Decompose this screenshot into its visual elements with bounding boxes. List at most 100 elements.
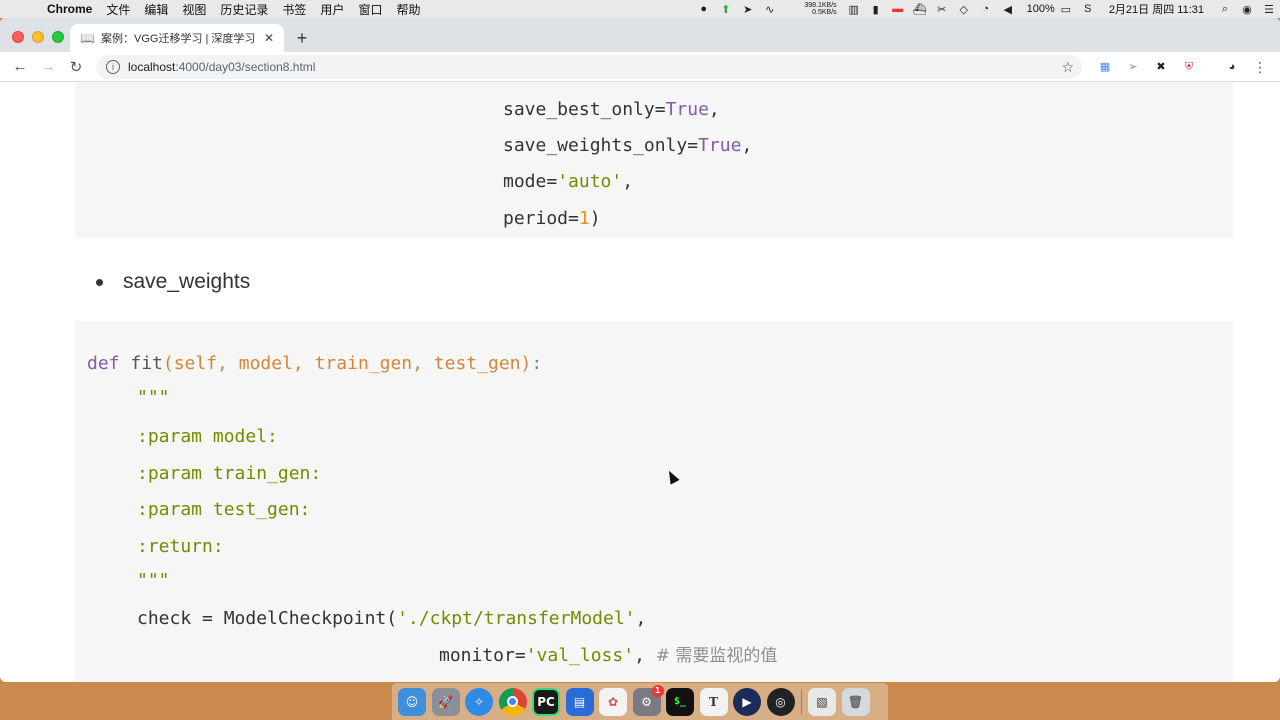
back-button[interactable]: ← [6,58,34,75]
code-token: , [635,608,647,629]
browser-toolbar: ← → ↻ i localhost :4000/day03/section8.h… [0,52,1280,82]
book-favicon-icon: 📖 [80,31,95,45]
url-host: localhost [128,60,176,74]
pycharm-icon[interactable]: PC [532,687,560,716]
extension-cursor-icon[interactable]: ➢ [1125,59,1141,75]
app-name-menu[interactable]: Chrome [47,2,92,16]
code-token: :return: [137,536,224,557]
text-editor-icon[interactable]: T [699,687,728,716]
volume-icon[interactable]: ◀ [997,3,1019,16]
tools-icon[interactable]: ✂ [931,3,953,16]
menu-history[interactable]: 历史记录 [220,1,268,18]
menu-bookmarks[interactable]: 书签 [282,1,306,18]
bullet-dot [96,278,103,286]
code-line: :param model: [137,426,278,448]
memory-monitor-icon[interactable]: ▮ [865,3,887,16]
window-close-button[interactable] [12,31,24,43]
keynote-icon[interactable]: ▤ [565,687,594,716]
battery-percent[interactable]: 100% [1027,3,1055,15]
tab-strip: 📖 案例：VGG迁移学习 | 深度学习 ✕ + [0,18,1280,52]
code-token: mode= [503,171,558,192]
code-line: def fit(self, model, train_gen, test_gen… [87,353,542,375]
code-token: , [708,99,720,120]
siri-icon[interactable]: ◉ [1236,3,1258,16]
temperature-icon[interactable]: ▬ [887,3,909,15]
preview-icon[interactable]: ▧ [808,687,836,716]
extension-shield-icon[interactable]: ⛨ [1181,59,1197,75]
code-token: 'val_loss' [525,645,635,666]
launchpad-icon[interactable]: 🚀 [431,687,460,716]
upload-icon[interactable]: ⬆ [715,3,737,16]
extension-grid-icon[interactable]: ▦ [1097,59,1113,75]
battery-icon[interactable]: ▭ [1055,3,1077,16]
code-line: :param train_gen: [137,463,321,485]
dropbox-icon[interactable]: ◇ [953,3,975,16]
code-token: True [698,135,742,156]
spotlight-search-icon[interactable]: ⌕ [1214,3,1236,16]
reload-button[interactable]: ↻ [62,58,90,76]
site-info-icon[interactable]: i [106,60,120,74]
window-zoom-button[interactable] [52,31,64,43]
code-line: save_weights_only=True, [503,135,752,157]
input-source-icon[interactable]: S [1077,3,1099,15]
code-token: , [741,135,753,156]
screen-recorder-icon[interactable]: ▶ [733,687,761,716]
activity-icon[interactable]: ∿ [759,3,781,16]
code-line: save_best_only=False, [439,681,667,682]
menu-window[interactable]: 窗口 [358,1,382,18]
record-icon[interactable]: ● [693,3,715,15]
bookmark-star-icon[interactable]: ☆ [1061,59,1074,76]
active-tab[interactable]: 📖 案例：VGG迁移学习 | 深度学习 ✕ [70,24,284,52]
menu-file[interactable]: 文件 [106,1,130,18]
tab-close-icon[interactable]: ✕ [262,31,276,45]
menu-view[interactable]: 视图 [182,1,206,18]
code-token: , [656,681,667,682]
obs-icon[interactable]: ◎ [766,687,795,716]
code-block-checkpoint-args: save_best_only=True, save_weights_only=Tr… [75,82,1233,238]
window-minimize-button[interactable] [32,31,44,43]
code-token: fit [130,353,163,374]
code-token: period= [503,208,579,229]
terminal-icon[interactable]: $_ [666,687,694,716]
wifi-icon[interactable]: ◔ [975,3,997,15]
menu-help[interactable]: 帮助 [396,1,420,18]
menu-edit[interactable]: 编辑 [144,1,168,18]
address-bar[interactable]: i localhost :4000/day03/section8.html ☆ [96,55,1082,79]
finder-icon[interactable]: ☺ [398,687,426,716]
code-block-fit: def fit(self, model, train_gen, test_gen… [75,321,1233,682]
new-tab-button[interactable]: + [292,28,312,49]
notification-center-icon[interactable]: ☰ [1258,3,1280,16]
macos-menu-bar: Chrome 文件 编辑 视图 历史记录 书签 用户 窗口 帮助 ● ⬆ ➤ ∿… [0,0,1280,18]
code-line: period=1) [503,208,601,230]
extension-x-icon[interactable]: ✖ [1153,59,1169,75]
chrome-icon[interactable] [498,687,527,716]
forward-button[interactable]: → [34,58,62,75]
code-token: : [531,353,543,374]
url-path: :4000/day03/section8.html [175,60,316,74]
bullet-text: save_weights [123,270,251,293]
code-token: :param model: [137,426,278,447]
code-token: :param train_gen: [137,463,322,484]
code-line: :return: [137,536,224,558]
code-line: mode='auto', [503,171,633,193]
cpu-monitor-icon[interactable]: ▥ [843,3,865,16]
page-content: save_best_only=True, save_weights_only=Tr… [0,82,1280,682]
code-line: monitor='val_loss', # 需要监视的值 [439,645,777,667]
chrome-menu-icon[interactable]: ⋮ [1252,59,1268,75]
profile-avatar-icon[interactable]: ◕ [1224,59,1240,75]
typora-icon[interactable]: ✿ [599,687,627,716]
menu-people[interactable]: 用户 [320,1,344,18]
safari-icon[interactable]: ✧ [465,687,493,716]
system-preferences-icon[interactable]: ⚙ 1 [632,684,664,716]
docker-icon[interactable]: ⛴ [909,3,931,16]
code-token: save_weights_only= [503,135,699,156]
code-token: """ [137,570,170,591]
telegram-icon[interactable]: ➤ [737,3,759,16]
trash-icon[interactable]: 🗑 [841,687,870,716]
code-token: True [665,99,709,120]
code-token: def [87,353,131,374]
menubar-clock[interactable]: 2月21日 周四 11:31 [1109,1,1204,17]
code-token: check = ModelCheckpoint( [137,608,398,629]
code-token: save_best_only= [439,681,602,682]
code-line: :param test_gen: [137,499,310,521]
